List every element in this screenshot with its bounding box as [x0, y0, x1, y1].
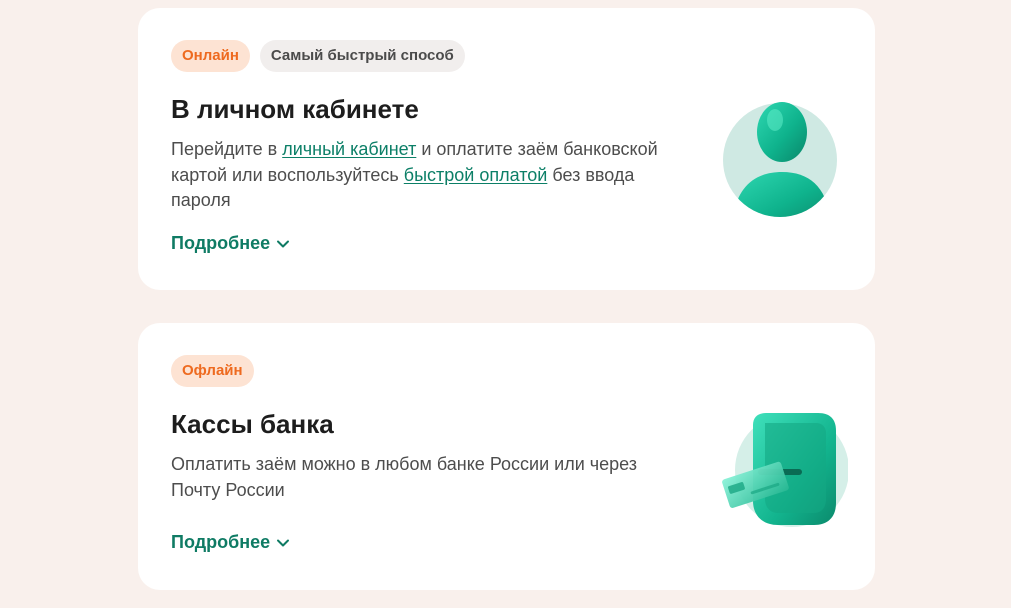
atm-card-icon — [722, 413, 848, 527]
card-title: В личном кабинете — [171, 94, 419, 124]
card-title: Кассы банка — [171, 409, 334, 439]
tags-row: Офлайн — [171, 355, 254, 387]
chevron-down-icon — [277, 240, 290, 247]
more-details-label: Подробнее — [171, 233, 271, 253]
more-details-label: Подробнее — [171, 532, 271, 552]
more-details-button[interactable]: Подробнее — [171, 233, 290, 254]
chevron-down-icon — [277, 539, 290, 546]
personal-account-link[interactable]: личный кабинет — [282, 139, 416, 159]
quick-payment-link[interactable]: быстрой оплатой — [404, 165, 548, 185]
card-description: Перейдите в личный кабинет и оплатите за… — [171, 137, 681, 214]
user-avatar-icon — [723, 102, 837, 217]
description-text: Перейдите в — [171, 139, 283, 159]
payment-method-card-offline: Офлайн Кассы банка Оплатить заём можно в… — [138, 323, 875, 590]
more-details-button[interactable]: Подробнее — [171, 532, 290, 553]
card-description: Оплатить заём можно в любом банке России… — [171, 454, 638, 500]
tag-fastest-method: Самый быстрый способ — [259, 40, 465, 72]
tag-offline: Офлайн — [171, 355, 254, 387]
tag-online: Онлайн — [171, 40, 250, 72]
tags-row: Онлайн Самый быстрый способ — [171, 40, 465, 72]
payment-method-card-online: Онлайн Самый быстрый способ В личном каб… — [138, 8, 875, 290]
